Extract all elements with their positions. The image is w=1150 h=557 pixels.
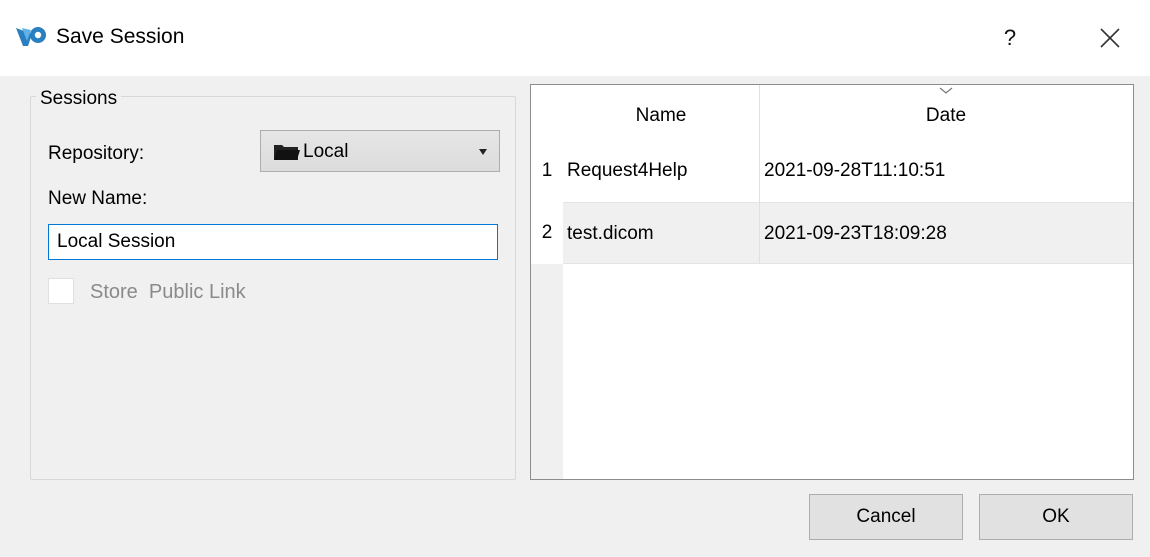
repository-value: Local [303,141,349,162]
ok-button[interactable]: OK [979,494,1133,540]
cancel-button[interactable]: Cancel [809,494,963,540]
column-header-name-label: Name [635,105,687,126]
table-corner [531,85,563,145]
store-public-link-checkbox[interactable] [48,278,74,304]
title-bar: Save Session ? [0,0,1150,76]
close-icon [1100,28,1120,48]
table-row[interactable]: Request4Help 2021-09-28T11:10:51 [563,140,1133,202]
repository-label: Repository: [48,143,145,164]
sessions-group-title: Sessions [36,88,122,110]
cell-name: Request4Help [567,160,688,181]
new-name-label: New Name: [48,188,148,209]
chevron-down-icon [939,87,953,94]
cell-date: 2021-09-23T18:09:28 [764,223,947,244]
window-title: Save Session [56,25,185,48]
column-header-date-label: Date [925,105,967,126]
store-public-link-label: Store Public Link [90,281,246,303]
dropdown-arrow-icon [479,149,487,155]
app-logo-icon [16,27,46,46]
row-number: 1 [531,140,563,202]
help-button[interactable]: ? [985,18,1035,58]
row-number: 2 [531,202,563,264]
cell-name: test.dicom [567,223,654,244]
folder-icon [274,145,300,160]
new-name-input[interactable] [48,224,498,260]
column-header-name[interactable]: Name [563,85,759,145]
cell-date: 2021-09-28T11:10:51 [764,160,946,181]
table-row[interactable]: test.dicom 2021-09-23T18:09:28 [563,202,1133,264]
close-button[interactable] [1085,18,1135,58]
column-header-date[interactable]: Date [759,85,1133,145]
sessions-table[interactable]: Name Date 1 Request4Help 2021-09-28T11:1… [530,84,1134,480]
repository-dropdown[interactable]: Local [260,130,500,172]
column-separator [759,85,760,263]
